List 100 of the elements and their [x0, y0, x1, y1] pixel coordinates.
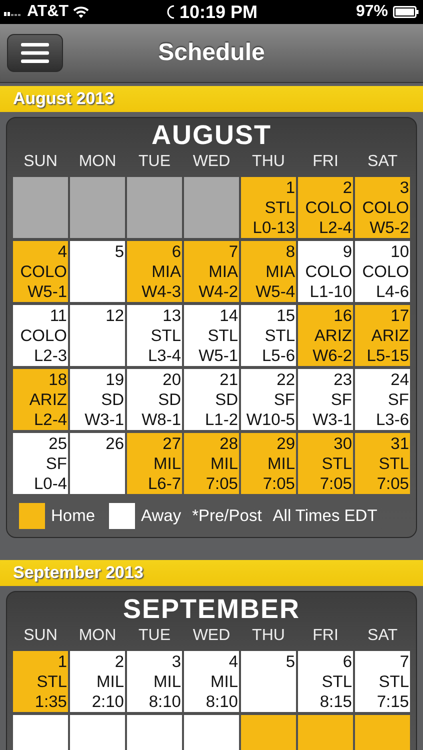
day-cell[interactable]: 7 MIA W4-2 — [184, 241, 239, 302]
day-cell[interactable]: 23 SF W3-1 — [298, 369, 353, 430]
day-number: 1 — [286, 178, 295, 198]
opponent-name: SD — [215, 390, 238, 410]
day-number: 4 — [228, 652, 238, 672]
opponent-name: STL — [150, 326, 181, 346]
day-cell[interactable]: 31 STL 7:05 — [355, 433, 410, 494]
day-number: 7 — [228, 242, 238, 262]
opponent-name: STL — [378, 672, 409, 692]
game-result: 8:10 — [206, 692, 238, 712]
day-cell[interactable]: 12 — [70, 305, 125, 366]
day-cell[interactable]: 19 SD W3-1 — [70, 369, 125, 430]
day-number: 17 — [390, 306, 409, 326]
day-cell[interactable]: 4 COLO W5-1 — [13, 241, 68, 302]
day-number: 5 — [114, 242, 124, 262]
game-result: 1:35 — [34, 692, 67, 712]
day-number: 29 — [276, 434, 295, 454]
opponent-name: STL — [264, 326, 295, 346]
day-cell[interactable]: 5 — [70, 241, 125, 302]
menu-icon — [21, 43, 49, 63]
day-number: 16 — [334, 306, 352, 326]
day-cell[interactable]: 16 ARIZ W6-2 — [298, 305, 353, 366]
weekday-label: SAT — [366, 626, 398, 646]
empty-cell — [13, 177, 68, 238]
game-result: W6-2 — [312, 346, 352, 366]
game-result: L5-15 — [366, 346, 409, 366]
day-cell[interactable]: 1 STL L0-13 — [241, 177, 296, 238]
weekday-label: THU — [251, 626, 286, 646]
weekday-label: WED — [192, 626, 232, 646]
day-number: 24 — [390, 370, 409, 390]
day-cell[interactable]: 8 MIA W5-4 — [241, 241, 296, 302]
day-cell[interactable]: 4 MIL 8:10 — [184, 651, 239, 712]
day-cell[interactable]: 15 STL L5-6 — [241, 305, 296, 366]
game-result: L3-4 — [148, 346, 181, 366]
opponent-name: MIL — [210, 672, 238, 692]
opponent-name: STL — [36, 672, 67, 692]
opponent-name: MIA — [152, 262, 181, 282]
day-number: 6 — [342, 652, 352, 672]
day-number: 19 — [106, 370, 124, 390]
day-number: 18 — [48, 370, 67, 390]
day-cell[interactable]: 2 COLO L2-4 — [298, 177, 353, 238]
menu-button[interactable] — [7, 34, 63, 72]
day-cell[interactable]: 20 SD W8-1 — [127, 369, 182, 430]
day-cell[interactable]: 30 STL 7:05 — [298, 433, 353, 494]
day-cell[interactable]: 6 MIA W4-3 — [127, 241, 182, 302]
opponent-name: SF — [46, 454, 67, 474]
day-cell[interactable]: 28 MIL 7:05 — [184, 433, 239, 494]
day-cell[interactable]: 21 SD L1-2 — [184, 369, 239, 430]
game-result: 8:10 — [148, 692, 181, 712]
day-cell[interactable]: 3 MIL 8:10 — [127, 651, 182, 712]
month-header: August 2013 — [0, 86, 423, 112]
day-cell[interactable]: 29 MIL 7:05 — [241, 433, 296, 494]
weekday-label: MON — [78, 152, 118, 172]
opponent-name: MIL — [210, 454, 238, 474]
day-number: 9 — [342, 242, 352, 262]
opponent-name: MIL — [96, 672, 124, 692]
day-cell[interactable]: 10 COLO L4-6 — [355, 241, 410, 302]
weekday-label: SAT — [366, 152, 398, 172]
day-cell[interactable]: 14 STL W5-1 — [184, 305, 239, 366]
weekday-label: SUN — [22, 152, 58, 172]
calendar-month-title: SEPTEMBER — [122, 593, 302, 624]
opponent-name: COLO — [305, 198, 352, 218]
game-result: W5-1 — [28, 282, 67, 302]
day-cell[interactable]: 11 COLO L2-3 — [13, 305, 68, 366]
day-cell[interactable]: 9 COLO L1-10 — [298, 241, 353, 302]
day-cell[interactable]: 5 — [241, 651, 296, 712]
day-cell[interactable]: 6 STL 8:15 — [298, 651, 353, 712]
month-header: September 2013 — [0, 560, 423, 586]
game-result: W5-4 — [256, 282, 295, 302]
opponent-name: STL — [208, 326, 238, 346]
weekday-label: FRI — [312, 152, 340, 172]
day-cell[interactable]: 24 SF L3-6 — [355, 369, 410, 430]
day-cell[interactable]: 25 SF L0-4 — [13, 433, 68, 494]
day-number: 4 — [58, 242, 67, 262]
day-cell[interactable]: 3 COLO W5-2 — [355, 177, 410, 238]
day-cell[interactable]: 7 STL 7:15 — [355, 651, 410, 712]
day-number: 14 — [220, 306, 238, 326]
game-result: 7:05 — [320, 474, 352, 494]
game-result: W3-1 — [312, 410, 352, 430]
day-number: 25 — [48, 434, 67, 454]
day-number: 6 — [172, 242, 181, 262]
opponent-name: MIL — [153, 454, 181, 474]
weekday-label: TUE — [138, 626, 172, 646]
day-cell[interactable]: 26 — [70, 433, 125, 494]
day-number: 31 — [390, 434, 409, 454]
empty-cell — [184, 177, 239, 238]
opponent-name: SF — [274, 390, 295, 410]
game-result: L2-4 — [318, 218, 352, 238]
day-cell[interactable]: 13 STL L3-4 — [127, 305, 182, 366]
day-cell[interactable]: 18 ARIZ L2-4 — [13, 369, 68, 430]
day-cell[interactable]: 27 MIL L6-7 — [127, 433, 182, 494]
day-cell[interactable]: 2 MIL 2:10 — [70, 651, 125, 712]
weekday-label: MON — [78, 626, 118, 646]
day-cell[interactable]: 1 STL 1:35 — [13, 651, 68, 712]
status-time: 10:19 PM — [179, 2, 258, 22]
opponent-name: STL — [264, 198, 295, 218]
opponent-name: ARIZ — [314, 326, 352, 346]
game-result: W8-1 — [142, 410, 181, 430]
day-cell[interactable]: 17 ARIZ L5-15 — [355, 305, 410, 366]
day-cell[interactable]: 22 SF W10-5 — [241, 369, 296, 430]
